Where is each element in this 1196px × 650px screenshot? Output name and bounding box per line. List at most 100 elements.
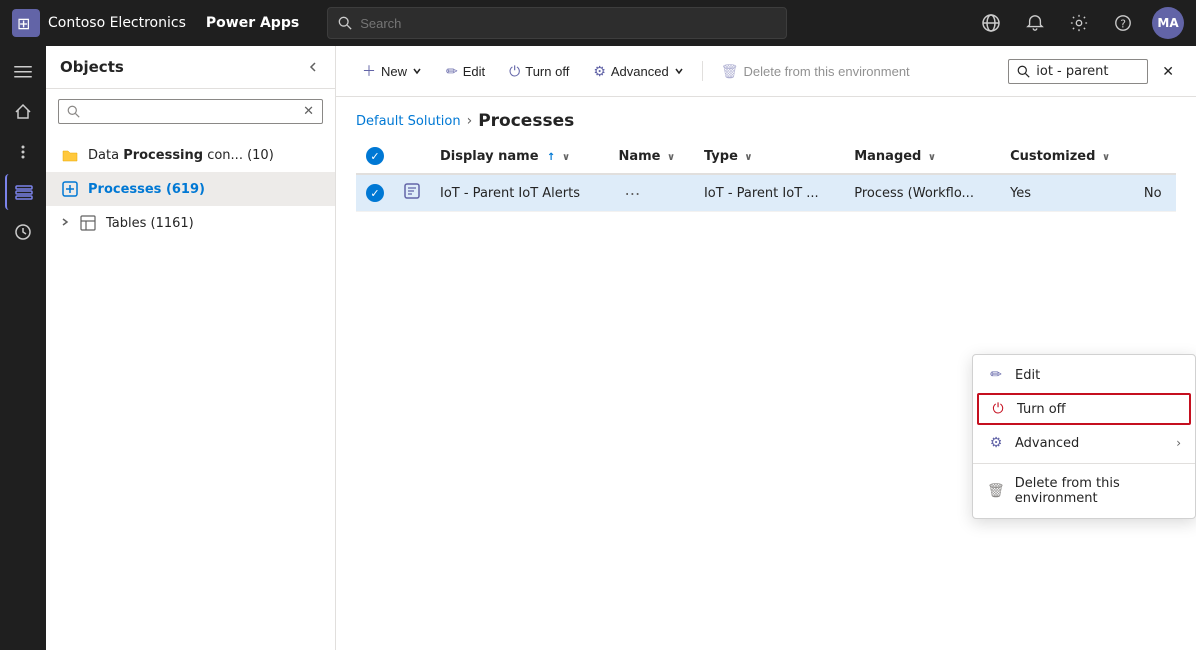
sidebar-item-data-processing[interactable]: Data Processing con... (10) [46, 138, 335, 172]
advanced-icon: ⚙ [593, 63, 606, 80]
svg-text:?: ? [1120, 18, 1126, 31]
advanced-menu-icon: ⚙ [987, 435, 1005, 451]
td-managed: Yes [1000, 174, 1134, 212]
menu-item-turn-off[interactable]: ⏻ Turn off [977, 393, 1191, 425]
process-icon [60, 179, 80, 199]
sidebar-search-clear-icon[interactable]: ✕ [303, 104, 314, 119]
breadcrumb-current: Processes [478, 111, 574, 131]
advanced-chevron-icon [674, 66, 684, 76]
sidebar-title: Objects [60, 58, 124, 76]
global-search[interactable] [327, 7, 787, 39]
toolbar-right: iot - parent ✕ [1008, 59, 1180, 84]
sidebar-item-label-data-processing: Data Processing con... (10) [88, 148, 321, 163]
rail-menu-icon[interactable] [5, 54, 41, 90]
left-rail [0, 46, 46, 650]
sidebar-search-input[interactable]: process [86, 104, 297, 119]
th-managed[interactable]: Managed ∨ [844, 139, 1000, 174]
sidebar-item-processes[interactable]: Processes (619) [46, 172, 335, 206]
select-all-checkbox[interactable] [366, 147, 384, 165]
workflow-icon [404, 187, 420, 203]
menu-item-turn-off-label: Turn off [1017, 402, 1066, 417]
row-checkbox[interactable] [366, 184, 384, 202]
menu-item-advanced[interactable]: ⚙ Advanced › [973, 427, 1195, 459]
edit-menu-icon: ✏ [987, 367, 1005, 383]
user-avatar[interactable]: MA [1152, 7, 1184, 39]
toolbar-search-value: iot - parent [1036, 64, 1108, 79]
search-icon [338, 16, 352, 30]
menu-item-advanced-label: Advanced [1015, 436, 1079, 451]
content-area: ＋ New ✏ Edit ⏻ Turn off ⚙ Advanced 🗑 Del… [336, 46, 1196, 650]
edit-icon: ✏ [446, 63, 458, 80]
td-customized: No [1134, 174, 1176, 212]
th-chevron-display-name: ∨ [562, 152, 570, 163]
th-chevron-name: ∨ [667, 152, 675, 163]
th-name[interactable]: Name ∨ [608, 139, 694, 174]
close-icon: ✕ [1162, 63, 1174, 80]
help-icon[interactable]: ? [1108, 8, 1138, 38]
sidebar: Objects process ✕ Data Processing con...… [46, 46, 336, 650]
sidebar-collapse-button[interactable] [305, 59, 321, 75]
sidebar-item-label-tables: Tables (1161) [106, 216, 321, 231]
edit-button[interactable]: ✏ Edit [436, 58, 495, 85]
sort-indicator: ↑ [547, 152, 555, 163]
th-customized[interactable]: Customized ∨ [1000, 139, 1134, 174]
toolbar-separator [702, 61, 703, 81]
app-name: Power Apps [206, 15, 299, 31]
sidebar-search-icon [67, 105, 80, 118]
th-checkbox[interactable] [356, 139, 394, 174]
rail-history-icon[interactable] [5, 214, 41, 250]
menu-separator [973, 463, 1195, 464]
table-row[interactable]: IoT - Parent IoT Alerts ⋯ IoT - Parent I… [356, 174, 1176, 212]
new-icon: ＋ [362, 61, 376, 81]
td-display-name: IoT - Parent IoT Alerts [430, 174, 608, 212]
table-container: Display name ↑ ∨ Name ∨ Type ∨ Managed ∨ [336, 139, 1196, 650]
th-display-name[interactable]: Display name ↑ ∨ [430, 139, 608, 174]
rail-objects-icon[interactable] [5, 174, 41, 210]
environments-icon[interactable] [976, 8, 1006, 38]
turnoff-button[interactable]: ⏻ Turn off [499, 58, 579, 85]
search-close-button[interactable]: ✕ [1156, 59, 1180, 84]
delete-icon: 🗑 [721, 63, 739, 80]
new-chevron-icon [412, 66, 422, 76]
table-icon [78, 213, 98, 233]
advanced-button[interactable]: ⚙ Advanced [583, 58, 693, 85]
power-icon: ⏻ [509, 63, 520, 80]
menu-item-edit[interactable]: ✏ Edit [973, 359, 1195, 391]
context-menu: ✏ Edit ⏻ Turn off ⚙ Advanced › 🗑 Delete … [972, 354, 1196, 519]
advanced-submenu-chevron-icon: › [1176, 436, 1181, 450]
sidebar-search[interactable]: process ✕ [58, 99, 323, 124]
th-chevron-managed: ∨ [928, 152, 936, 163]
expand-chevron-icon[interactable] [60, 216, 70, 231]
new-button[interactable]: ＋ New [352, 56, 432, 86]
td-name: IoT - Parent IoT ... [694, 174, 844, 212]
breadcrumb-parent[interactable]: Default Solution [356, 114, 461, 129]
breadcrumb: Default Solution › Processes [336, 97, 1196, 139]
breadcrumb-separator: › [467, 113, 473, 129]
menu-item-delete-label: Delete from this environment [1015, 476, 1181, 506]
row-more-button[interactable]: ⋯ [618, 182, 646, 205]
sidebar-items-list: Data Processing con... (10) Processes (6… [46, 134, 335, 650]
search-input[interactable] [360, 16, 776, 31]
th-type[interactable]: Type ∨ [694, 139, 844, 174]
delete-menu-icon: 🗑 [987, 483, 1005, 499]
folder-icon [60, 145, 80, 165]
sidebar-item-label-processes: Processes (619) [88, 182, 321, 197]
menu-item-delete[interactable]: 🗑 Delete from this environment [973, 468, 1195, 514]
rail-home-icon[interactable] [5, 94, 41, 130]
td-checkbox[interactable] [356, 174, 394, 212]
th-chevron-type: ∨ [744, 152, 752, 163]
app-logo[interactable]: ⊞ Contoso Electronics [12, 9, 186, 37]
toolbar-search-box[interactable]: iot - parent [1008, 59, 1148, 84]
sidebar-item-tables[interactable]: Tables (1161) [46, 206, 335, 240]
th-chevron-customized: ∨ [1102, 152, 1110, 163]
delete-button[interactable]: 🗑 Delete from this environment [711, 58, 920, 85]
company-name: Contoso Electronics [48, 15, 186, 31]
sidebar-header: Objects [46, 46, 335, 89]
processes-table: Display name ↑ ∨ Name ∨ Type ∨ Managed ∨ [356, 139, 1176, 212]
notifications-icon[interactable] [1020, 8, 1050, 38]
power-menu-icon: ⏻ [989, 401, 1007, 417]
th-icon-col [394, 139, 430, 174]
nav-actions: ? MA [976, 7, 1184, 39]
settings-icon[interactable] [1064, 8, 1094, 38]
rail-dots-icon[interactable] [5, 134, 41, 170]
